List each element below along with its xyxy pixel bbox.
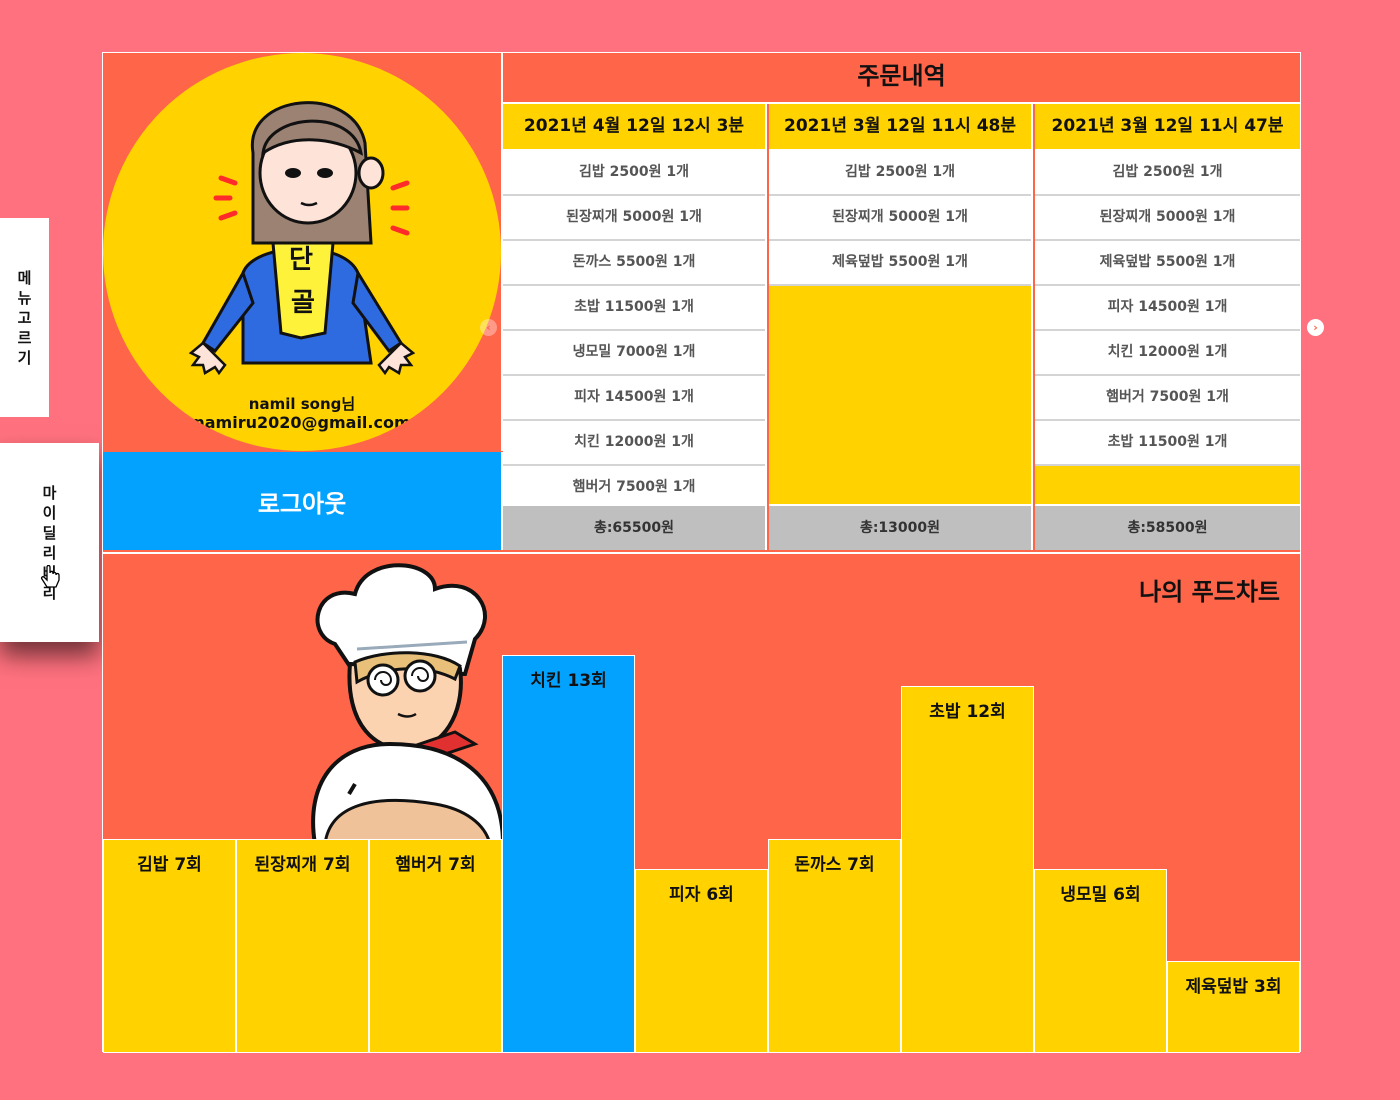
order-item: 피자 14500원 1개 [1035,286,1300,331]
order-date: 2021년 3월 12일 11시 48분 [769,104,1031,151]
tab-label-char: 딜 [42,523,57,542]
order-total: 총:13000원 [769,504,1031,550]
chart-bar: 김밥 7회 [103,838,236,1053]
user-email: namiru2020@gmail.com [193,413,411,432]
order-total: 총:65500원 [503,504,765,550]
order-item: 치킨 12000원 1개 [503,421,765,466]
chart-bar: 된장찌개 7회 [236,838,369,1053]
order-item: 제육덮밥 5500원 1개 [769,241,1031,286]
tab-menu-select-label: 메뉴고르기 [18,268,32,368]
order-date: 2021년 3월 12일 11시 47분 [1035,104,1300,151]
chart-bar: 피자 6회 [635,869,768,1053]
order-item: 초밥 11500원 1개 [503,286,765,331]
chart-bar: 햄버거 7회 [369,838,502,1053]
order-item: 피자 14500원 1개 [503,376,765,421]
order-total: 총:58500원 [1035,504,1300,550]
order-item: 김밥 2500원 1개 [503,151,765,196]
hand-cursor-icon [40,565,60,588]
main-frame: 단 골 namil song님 namiru2020@gmail.com 로그아… [102,52,1324,1053]
order-item: 김밥 2500원 1개 [1035,151,1300,196]
next-arrow-icon[interactable]: › [1307,319,1324,336]
svg-text:단: 단 [289,245,313,275]
order-items: 김밥 2500원 1개 된장찌개 5000원 1개 제육덮밥 5500원 1개 [769,151,1031,286]
order-item: 된장찌개 5000원 1개 [1035,196,1300,241]
order-item: 돈까스 5500원 1개 [503,241,765,286]
order-items: 김밥 2500원 1개 된장찌개 5000원 1개 돈까스 5500원 1개 초밥 1… [503,151,765,511]
user-name: namil song님 [248,395,356,413]
tab-label-char: 고 [17,308,32,327]
order-item: 된장찌개 5000원 1개 [769,196,1031,241]
prev-arrow-icon[interactable]: ‹ [480,319,497,336]
order-items: 김밥 2500원 1개 된장찌개 5000원 1개 제육덮밥 5500원 1개 피자 … [1035,151,1300,466]
chart-bar: 치킨 13회 [502,655,635,1053]
tab-label-char: 메 [17,268,32,287]
order-item: 된장찌개 5000원 1개 [503,196,765,241]
chart-bar: 초밥 12회 [901,685,1034,1053]
profile-panel: 단 골 namil song님 namiru2020@gmail.com [103,53,503,451]
tab-menu-select[interactable]: 메뉴고르기 [0,218,49,417]
chart-bar: 제육덮밥 3회 [1167,961,1300,1053]
tab-label-char: 리 [42,543,57,562]
avatar: 단 골 namil song님 namiru2020@gmail.com [103,53,501,451]
order-item: 냉모밀 7000원 1개 [503,331,765,376]
order-item: 김밥 2500원 1개 [769,151,1031,196]
order-item: 햄버거 7500원 1개 [1035,376,1300,421]
order-card: 2021년 3월 12일 11시 47분 김밥 2500원 1개 된장찌개 500… [1035,104,1300,550]
order-history-title: 주문내역 [503,53,1300,104]
tab-label-char: 기 [17,348,32,367]
tab-my-delivery[interactable]: 마이딜리버리 [0,443,99,642]
order-date: 2021년 4월 12일 12시 3분 [503,104,765,151]
tab-label-char: 마 [42,483,57,502]
chart-bar: 돈까스 7회 [768,838,901,1053]
order-card: 2021년 3월 12일 11시 48분 김밥 2500원 1개 된장찌개 500… [769,104,1033,550]
order-item: 치킨 12000원 1개 [1035,331,1300,376]
tab-label-char: 르 [17,328,32,347]
order-item: 초밥 11500원 1개 [1035,421,1300,466]
chart-bar: 냉모밀 6회 [1034,869,1167,1053]
chef-illustration-icon [311,563,503,844]
user-illustration-icon: 단 골 [188,101,416,376]
logout-button[interactable]: 로그아웃 [103,452,503,550]
food-chart: 나의 푸드차트 김밥 7회 된장찌개 7회 햄버거 7회 치킨 13회 피자 6회 돈까스… [103,552,1300,1053]
order-item: 제육덮밥 5500원 1개 [1035,241,1300,286]
order-card: 2021년 4월 12일 12시 3분 김밥 2500원 1개 된장찌개 5000… [503,104,767,550]
svg-text:골: 골 [291,288,315,318]
tab-label-char: 뉴 [17,288,32,307]
tab-label-char: 이 [42,503,57,522]
order-history-panel: 주문내역 2021년 4월 12일 12시 3분 김밥 2500원 1개 된장찌개… [503,53,1300,550]
chart-title: 나의 푸드차트 [1139,578,1280,606]
